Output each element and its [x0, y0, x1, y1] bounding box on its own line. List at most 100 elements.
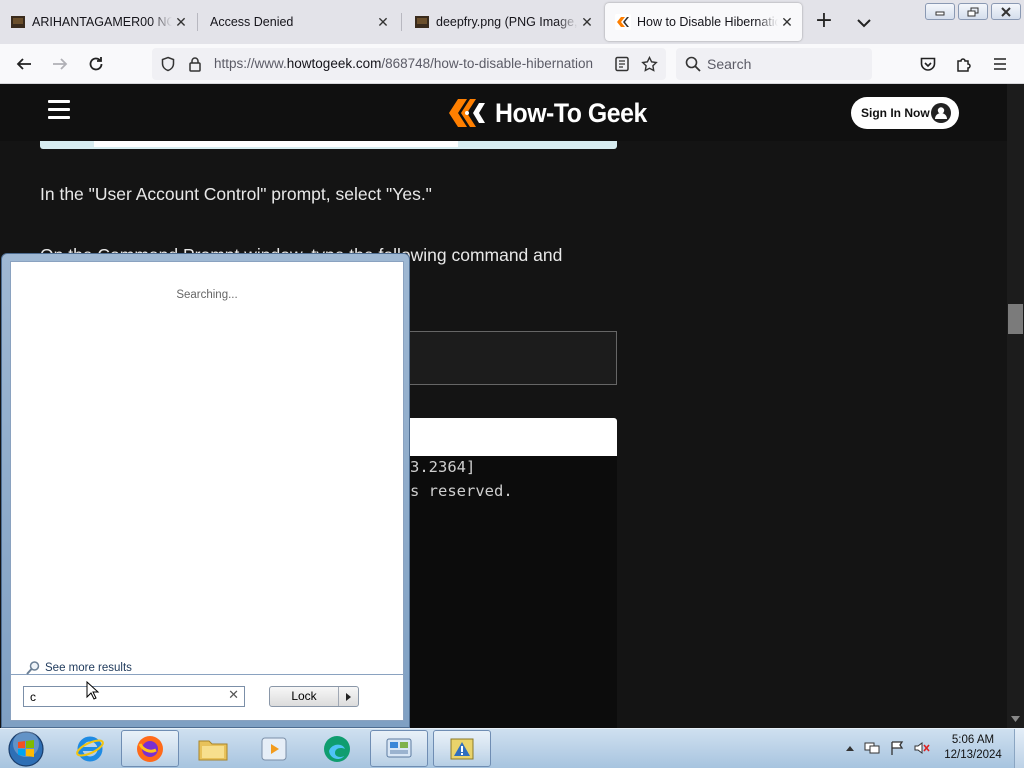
shutdown-options-arrow[interactable]	[338, 687, 358, 706]
close-tab-icon[interactable]: ✕	[778, 14, 796, 31]
desktop: ARIHANTAGAMER00 NOOB ✕ Access Denied ✕ d…	[0, 0, 1024, 768]
taskbar-internet-explorer[interactable]	[61, 730, 119, 767]
show-hidden-icons-icon[interactable]	[845, 744, 855, 752]
url-text[interactable]: https://www.howtogeek.com/868748/how-to-…	[214, 56, 604, 71]
search-bar[interactable]: Search	[676, 48, 872, 80]
user-avatar-icon	[931, 103, 951, 123]
reader-view-icon[interactable]	[614, 56, 630, 72]
tab-separator	[401, 13, 402, 31]
network-icon[interactable]	[863, 740, 881, 756]
minimize-icon	[935, 11, 945, 15]
clock-time: 5:06 AM	[951, 734, 995, 746]
arrow-left-icon	[16, 58, 31, 70]
taskbar-clock[interactable]: 5:06 AM 12/13/2024	[938, 733, 1008, 763]
pocket-icon	[920, 57, 936, 71]
back-button[interactable]	[12, 52, 36, 76]
close-tab-icon[interactable]: ✕	[172, 14, 190, 31]
page-scrollbar[interactable]	[1007, 84, 1024, 728]
howtogeek-logo-icon	[449, 99, 485, 127]
minimize-button[interactable]	[925, 3, 955, 20]
bookmark-star-icon[interactable]	[641, 56, 658, 72]
site-logo-text: How-To Geek	[495, 97, 647, 128]
howtogeek-favicon-icon	[615, 14, 631, 30]
site-logo[interactable]: How-To Geek	[447, 96, 660, 130]
taskbar: 5:06 AM 12/13/2024	[0, 728, 1024, 768]
system-tray	[845, 740, 931, 756]
tab-title: ARIHANTAGAMER00 NOOB	[32, 15, 172, 29]
volume-muted-icon[interactable]	[913, 740, 931, 756]
edge-icon	[324, 735, 350, 762]
code-block-bottom	[40, 141, 617, 149]
scroll-down-icon[interactable]	[1011, 716, 1020, 722]
windows-start-orb-icon[interactable]	[7, 730, 45, 768]
start-menu-results-pane: Searching... See more results	[10, 261, 404, 675]
sign-in-label: Sign In Now	[861, 106, 930, 120]
media-player-icon	[261, 737, 287, 760]
taskbar-control-panel[interactable]	[370, 730, 428, 767]
see-more-results-link[interactable]: See more results	[25, 660, 132, 676]
cmd-output-line: s reserved.	[410, 482, 513, 500]
clock-date: 12/13/2024	[944, 749, 1002, 761]
close-icon	[1001, 6, 1011, 17]
site-menu-icon[interactable]	[48, 100, 70, 122]
lock-icon[interactable]	[188, 56, 202, 72]
window-controls	[925, 3, 1021, 20]
sign-in-button[interactable]: Sign In Now	[851, 97, 959, 129]
search-placeholder: Search	[707, 56, 752, 72]
folder-icon	[198, 740, 228, 760]
start-search-field[interactable]: ✕	[23, 686, 245, 707]
url-domain: howtogeek.com	[286, 56, 382, 71]
reload-icon	[89, 57, 103, 71]
start-menu-bottom: ✕ Lock	[10, 675, 404, 721]
mouse-pointer-icon	[86, 681, 100, 700]
new-tab-icon[interactable]: +	[812, 10, 836, 34]
article-paragraph: In the "User Account Control" prompt, se…	[40, 184, 432, 204]
taskbar-action-center[interactable]	[433, 730, 491, 767]
close-tab-icon[interactable]: ✕	[578, 14, 596, 31]
search-icon	[685, 56, 701, 72]
taskbar-firefox[interactable]	[121, 730, 179, 767]
taskbar-media-player[interactable]	[245, 730, 303, 767]
action-center-tray-icon[interactable]	[889, 740, 905, 756]
clear-search-icon[interactable]: ✕	[228, 688, 239, 703]
restore-button[interactable]	[958, 3, 988, 20]
tab-title: How to Disable Hibernation	[637, 15, 778, 29]
restore-icon	[967, 7, 979, 16]
extensions-button[interactable]	[952, 52, 976, 76]
tab-title: Access Denied	[210, 15, 294, 29]
tab-how-to-disable-hibernation[interactable]: How to Disable Hibernation ✕	[605, 3, 802, 41]
close-tab-icon[interactable]: ✕	[374, 14, 392, 31]
site-header: How-To Geek Sign In Now	[0, 84, 1007, 141]
forward-button[interactable]	[48, 52, 72, 76]
firefox-icon	[137, 735, 163, 762]
lock-button[interactable]: Lock	[269, 686, 359, 707]
close-window-button[interactable]	[991, 3, 1021, 20]
lock-label: Lock	[291, 689, 317, 703]
tab-separator	[197, 13, 198, 31]
pocket-button[interactable]	[916, 52, 940, 76]
show-desktop-button[interactable]	[1014, 729, 1024, 768]
start-menu: Searching... See more results ✕ Lock	[1, 253, 410, 728]
cmd-output-line: 3.2364]	[410, 458, 476, 476]
chevron-down-icon[interactable]	[853, 12, 875, 34]
tab-deepfry[interactable]: deepfry.png (PNG Image, 0 ✕	[404, 3, 602, 41]
tab-arihantagamer[interactable]: ARIHANTAGAMER00 NOOB ✕	[0, 3, 196, 41]
app-menu-button[interactable]	[988, 52, 1012, 76]
taskbar-file-explorer[interactable]	[184, 730, 242, 767]
reload-button[interactable]	[84, 52, 108, 76]
scrollbar-thumb[interactable]	[1008, 304, 1023, 334]
tracking-shield-icon[interactable]	[160, 56, 176, 72]
tab-bar: ARIHANTAGAMER00 NOOB ✕ Access Denied ✕ d…	[0, 0, 1024, 44]
hamburger-menu-icon	[994, 58, 1006, 70]
address-bar[interactable]: https://www.howtogeek.com/868748/how-to-…	[152, 48, 666, 80]
image-thumbnail-icon	[415, 16, 429, 28]
triangle-right-icon	[346, 692, 351, 701]
url-path: /868748/how-to-disable-hibernation	[381, 56, 593, 71]
tab-access-denied[interactable]: Access Denied ✕	[200, 3, 398, 41]
control-panel-icon	[386, 738, 412, 757]
puzzle-piece-icon	[957, 58, 971, 72]
taskbar-edge[interactable]	[308, 730, 366, 767]
tab-title: deepfry.png (PNG Image, 0	[436, 15, 578, 29]
page-thumbnail-icon	[11, 16, 25, 28]
start-search-input[interactable]	[30, 689, 220, 704]
